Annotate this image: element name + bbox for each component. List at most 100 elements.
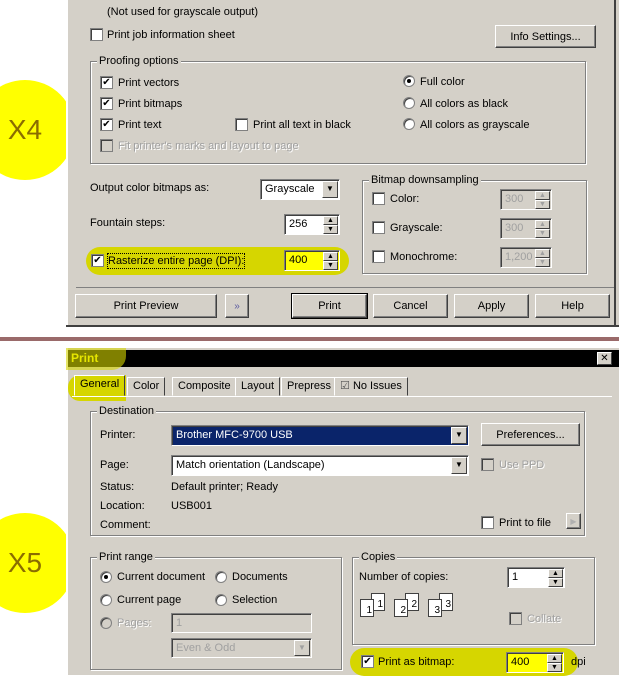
chevron-down-icon[interactable]: ▼ [451, 427, 467, 444]
dpi-unit-label: dpi [571, 656, 586, 668]
fountain-steps-stepper[interactable]: ▲ ▼ [323, 216, 338, 234]
tab-composite[interactable]: Composite [172, 377, 237, 396]
spin-up-icon[interactable]: ▲ [323, 252, 338, 261]
section-divider [0, 337, 619, 341]
expand-preview-button[interactable]: » [225, 294, 249, 318]
preferences-button[interactable]: Preferences... [481, 423, 580, 446]
tab-composite-label: Composite [178, 380, 231, 392]
collate-label: Collate [527, 613, 562, 625]
print-bitmaps-checkbox[interactable]: ✔ [100, 97, 113, 110]
info-settings-button[interactable]: Info Settings... [495, 25, 596, 48]
location-value: USB001 [171, 500, 212, 512]
chevron-down-icon[interactable]: ▼ [322, 181, 338, 198]
fountain-steps-spinner[interactable]: 256 ▲ ▼ [284, 214, 340, 235]
tab-prepress-label: Prepress [287, 380, 332, 392]
tab-color[interactable]: Color [127, 377, 166, 396]
spin-up-icon[interactable]: ▲ [323, 216, 338, 225]
current-document-radio[interactable] [100, 571, 112, 583]
downsample-grayscale-value: 300 [505, 222, 524, 234]
even-odd-dropdown[interactable]: Even & Odd ▼ [171, 638, 312, 658]
spin-down-icon[interactable]: ▼ [323, 261, 338, 270]
double-chevron-right-icon: » [234, 300, 240, 312]
spin-up-icon[interactable]: ▲ [548, 569, 563, 578]
help-button[interactable]: Help [535, 294, 610, 318]
downsample-grayscale-checkbox[interactable] [372, 221, 385, 234]
print-to-file-checkbox[interactable] [481, 516, 494, 529]
downsample-color-stepper[interactable]: ▲ ▼ [535, 191, 550, 209]
print-as-bitmap-checkbox[interactable]: ✔ [361, 655, 374, 668]
fit-printers-marks-checkbox[interactable] [100, 139, 113, 152]
printer-value: Brother MFC-9700 USB [176, 429, 293, 441]
spin-up-icon[interactable]: ▲ [547, 654, 562, 663]
print-as-bitmap-stepper[interactable]: ▲ ▼ [547, 654, 562, 672]
print-range-group: Print range Current document Documents C… [90, 550, 342, 670]
collate-checkbox[interactable] [509, 612, 522, 625]
print-preview-button[interactable]: Print Preview [75, 294, 217, 318]
print-as-bitmap-dpi-spinner[interactable]: 400 ▲ ▼ [506, 652, 564, 673]
print-all-text-black-checkbox[interactable] [235, 118, 248, 131]
help-label: Help [561, 300, 584, 312]
apply-button[interactable]: Apply [454, 294, 529, 318]
page-label: Page: [100, 459, 129, 471]
downsample-grayscale-stepper[interactable]: ▲ ▼ [535, 220, 550, 238]
downsample-grayscale-spinner[interactable]: 300 ▲ ▼ [500, 218, 552, 239]
number-of-copies-spinner[interactable]: 1 ▲ ▼ [507, 567, 565, 588]
print-options-dialog: (Not used for grayscale output) Print jo… [66, 0, 619, 327]
status-label: Status: [100, 481, 135, 493]
rasterize-dpi-spinner[interactable]: 400 ▲ ▼ [284, 250, 340, 271]
print-vectors-checkbox[interactable]: ✔ [100, 76, 113, 89]
spin-down-icon[interactable]: ▼ [323, 225, 338, 234]
spin-up-icon[interactable]: ▲ [535, 249, 550, 258]
downsample-monochrome-checkbox[interactable] [372, 250, 385, 263]
print-to-file-options-button[interactable]: ▶ [566, 513, 581, 529]
rasterize-dpi-stepper[interactable]: ▲ ▼ [323, 252, 338, 270]
spin-down-icon[interactable]: ▼ [547, 663, 562, 672]
rasterize-label: Rasterize entire page (DPI): [106, 253, 246, 269]
print-button[interactable]: Print [291, 293, 368, 319]
pages-radio[interactable] [100, 617, 112, 629]
all-colors-black-radio[interactable] [403, 97, 415, 109]
documents-radio[interactable] [215, 571, 227, 583]
status-value: Default printer; Ready [171, 481, 278, 493]
copies-stepper[interactable]: ▲ ▼ [548, 569, 563, 587]
printer-dropdown[interactable]: Brother MFC-9700 USB ▼ [171, 425, 469, 446]
downsample-color-spinner[interactable]: 300 ▲ ▼ [500, 189, 552, 210]
chevron-down-icon[interactable]: ▼ [451, 457, 467, 474]
cancel-button[interactable]: Cancel [373, 294, 448, 318]
downsample-monochrome-stepper[interactable]: ▲ ▼ [535, 249, 550, 267]
tab-general-label: General [80, 378, 120, 390]
current-page-radio[interactable] [100, 594, 112, 606]
rasterize-checkbox[interactable]: ✔ [91, 254, 104, 267]
downsample-color-checkbox[interactable] [372, 192, 385, 205]
all-colors-grayscale-radio[interactable] [403, 118, 415, 130]
tab-no-issues[interactable]: ☑ No Issues [334, 377, 408, 396]
spin-up-icon[interactable]: ▲ [535, 220, 550, 229]
pages-input[interactable]: 1 [171, 613, 312, 633]
spin-down-icon[interactable]: ▼ [535, 258, 550, 267]
printer-label: Printer: [100, 429, 136, 441]
spin-up-icon[interactable]: ▲ [535, 191, 550, 200]
print-job-info-label: Print job information sheet [107, 29, 235, 41]
tab-layout[interactable]: Layout [235, 377, 281, 396]
close-button[interactable]: ✕ [597, 352, 612, 365]
use-ppd-checkbox[interactable] [481, 458, 494, 471]
full-color-radio[interactable] [403, 75, 415, 87]
page-dropdown[interactable]: Match orientation (Landscape) ▼ [171, 455, 469, 476]
print-job-info-checkbox[interactable] [90, 28, 103, 41]
print-text-checkbox[interactable]: ✔ [100, 118, 113, 131]
tab-prepress[interactable]: Prepress [281, 377, 338, 396]
spin-down-icon[interactable]: ▼ [535, 200, 550, 209]
selection-radio[interactable] [215, 594, 227, 606]
tab-general[interactable]: General [74, 375, 126, 396]
print-range-title: Print range [97, 550, 155, 564]
output-bitmaps-dropdown[interactable]: Grayscale ▼ [260, 179, 340, 200]
print-dialog: Print ✕ General Color Composite Layout P… [66, 348, 619, 676]
chevron-down-icon[interactable]: ▼ [294, 640, 310, 656]
downsample-monochrome-spinner[interactable]: 1,200 ▲ ▼ [500, 247, 552, 268]
spin-down-icon[interactable]: ▼ [548, 578, 563, 587]
proofing-options-group: Proofing options ✔ Print vectors ✔ Print… [90, 54, 586, 164]
output-bitmaps-label: Output color bitmaps as: [90, 182, 210, 194]
spin-down-icon[interactable]: ▼ [535, 229, 550, 238]
copies-title: Copies [359, 550, 398, 564]
print-vectors-label: Print vectors [118, 77, 180, 89]
